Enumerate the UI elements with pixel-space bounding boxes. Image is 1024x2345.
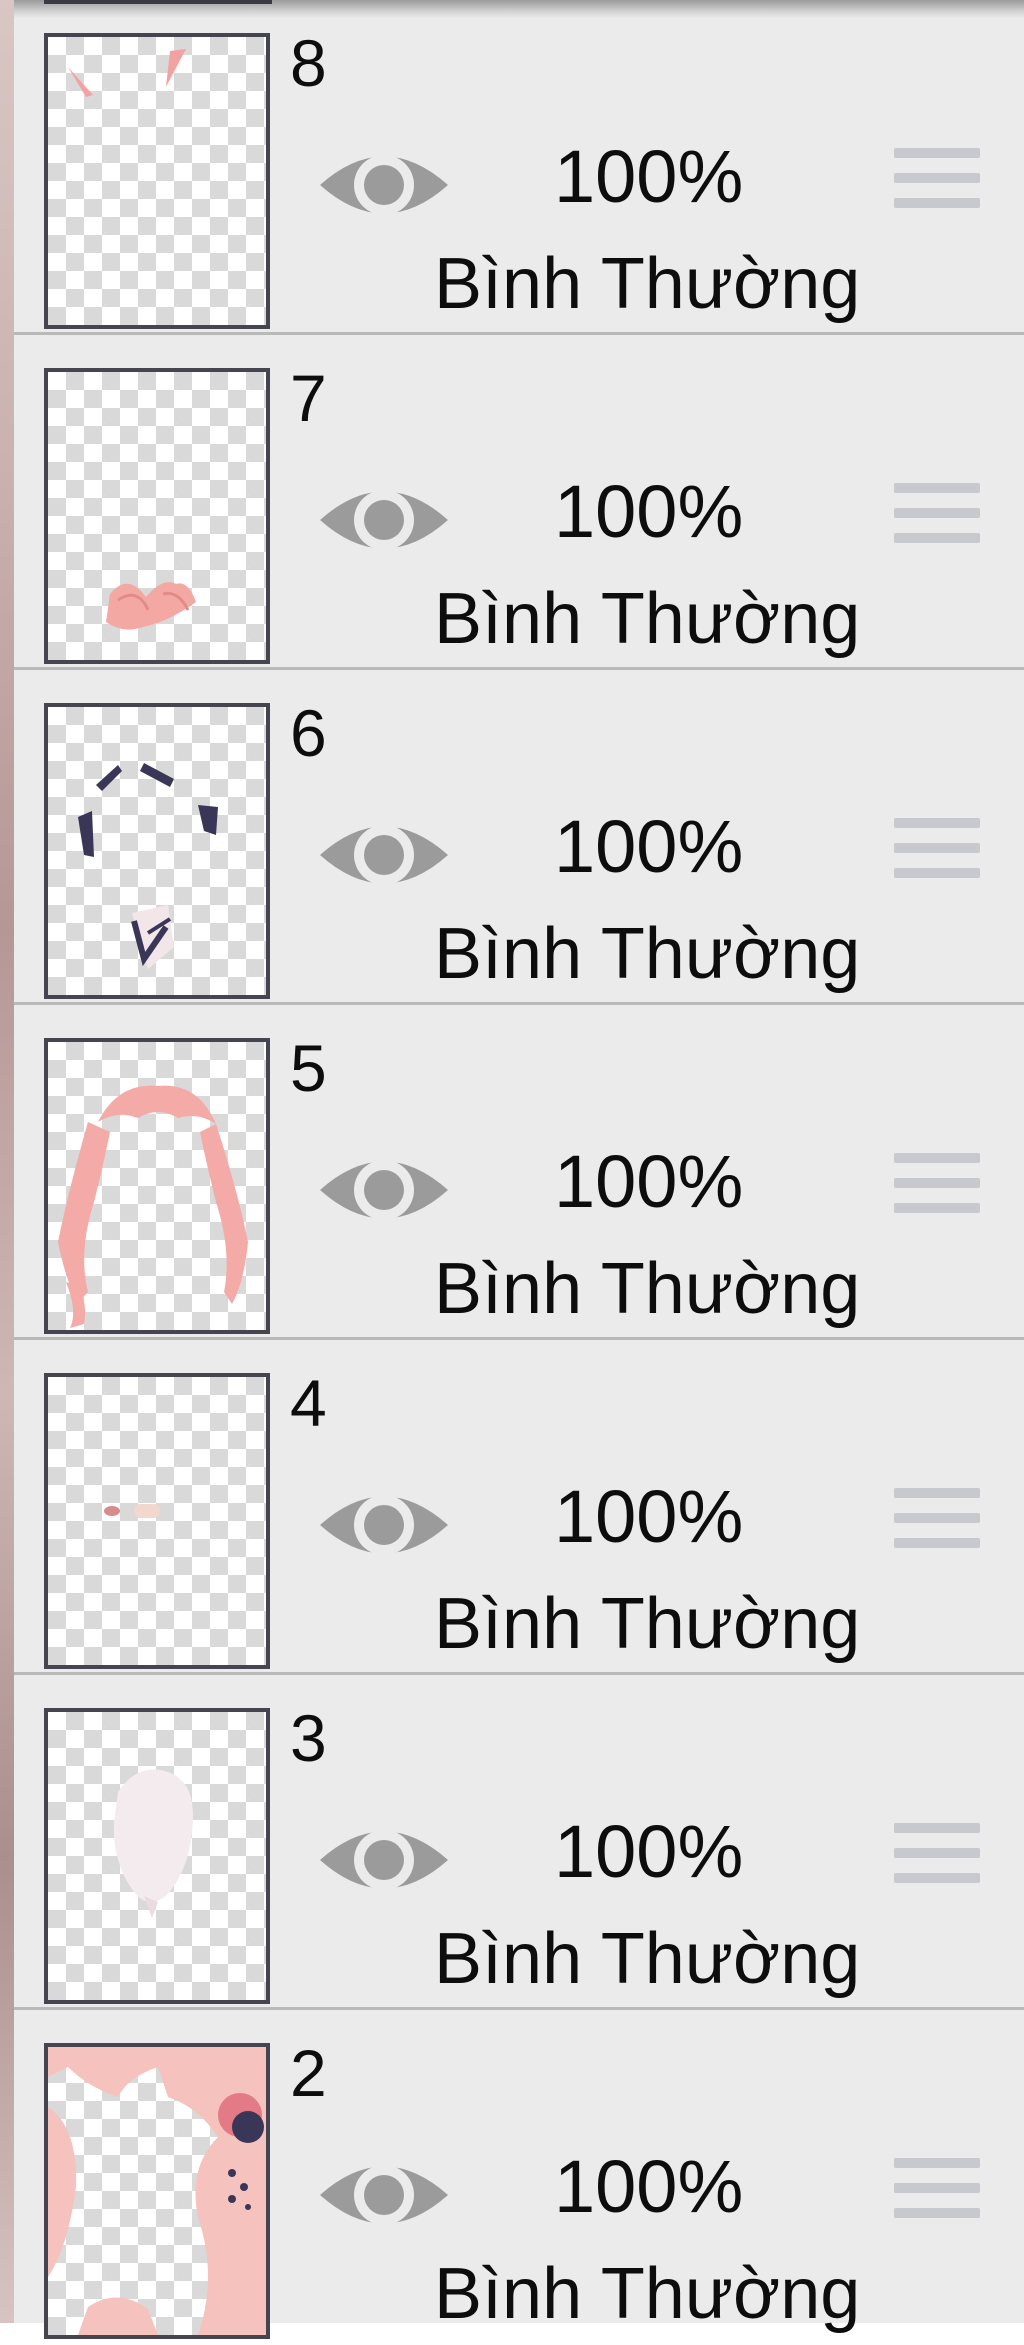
layer-thumbnail[interactable] bbox=[44, 2043, 270, 2339]
layer-thumbnail-art bbox=[113, 1769, 193, 1918]
layer-thumbnail[interactable] bbox=[44, 33, 270, 329]
layer-blend-mode[interactable]: Bình Thường bbox=[434, 1588, 860, 1660]
drag-handle-icon[interactable] bbox=[894, 2158, 984, 2228]
layer-blend-mode[interactable]: Bình Thường bbox=[434, 1253, 860, 1325]
layer-thumbnail[interactable] bbox=[44, 1373, 270, 1669]
layer-row[interactable]: 3 100% Bình Thường bbox=[14, 1675, 1024, 2010]
layer-opacity[interactable]: 100% bbox=[554, 2150, 743, 2224]
layer-number: 5 bbox=[290, 1031, 327, 1105]
eye-icon bbox=[320, 1495, 448, 1555]
visibility-toggle[interactable] bbox=[314, 475, 454, 565]
drag-handle-icon[interactable] bbox=[894, 1153, 984, 1223]
eye-icon bbox=[320, 490, 448, 550]
layer-number: 6 bbox=[290, 696, 327, 770]
layer-thumbnail-art bbox=[48, 2047, 266, 2335]
layer-blend-mode[interactable]: Bình Thường bbox=[434, 918, 860, 990]
visibility-toggle[interactable] bbox=[314, 1815, 454, 1905]
layer-blend-mode[interactable]: Bình Thường bbox=[434, 248, 860, 320]
layer-opacity[interactable]: 100% bbox=[554, 140, 743, 214]
layer-number: 7 bbox=[290, 361, 327, 435]
layers-panel: 8 100% Bình Thường 7 100% Bình Thường 6 … bbox=[14, 0, 1024, 2339]
layer-thumbnail[interactable] bbox=[44, 1038, 270, 1334]
visibility-toggle[interactable] bbox=[314, 2150, 454, 2240]
layer-row[interactable]: 8 100% Bình Thường bbox=[14, 0, 1024, 335]
layer-blend-mode[interactable]: Bình Thường bbox=[434, 1923, 860, 1995]
eye-icon bbox=[320, 155, 448, 215]
layer-row[interactable]: 5 100% Bình Thường bbox=[14, 1005, 1024, 1340]
layer-thumbnail-art bbox=[68, 49, 186, 97]
visibility-toggle[interactable] bbox=[314, 1480, 454, 1570]
layer-opacity[interactable]: 100% bbox=[554, 1480, 743, 1554]
layer-thumbnail[interactable] bbox=[44, 1708, 270, 2004]
layer-opacity[interactable]: 100% bbox=[554, 475, 743, 549]
eye-icon bbox=[320, 825, 448, 885]
drag-handle-icon[interactable] bbox=[894, 818, 984, 888]
layer-opacity[interactable]: 100% bbox=[554, 810, 743, 884]
layer-row[interactable]: 2 100% Bình Thường bbox=[14, 2010, 1024, 2345]
visibility-toggle[interactable] bbox=[314, 140, 454, 230]
layer-row[interactable]: 6 100% Bình Thường bbox=[14, 670, 1024, 1005]
visibility-toggle[interactable] bbox=[314, 1145, 454, 1235]
drag-handle-icon[interactable] bbox=[894, 1488, 984, 1558]
layer-blend-mode[interactable]: Bình Thường bbox=[434, 583, 860, 655]
layer-opacity[interactable]: 100% bbox=[554, 1815, 743, 1889]
layer-thumbnail-art bbox=[106, 582, 196, 630]
layer-row[interactable]: 4 100% Bình Thường bbox=[14, 1340, 1024, 1675]
canvas-edge bbox=[0, 0, 14, 2323]
eye-icon bbox=[320, 2165, 448, 2225]
visibility-toggle[interactable] bbox=[314, 810, 454, 900]
eye-icon bbox=[320, 1160, 448, 1220]
layer-number: 8 bbox=[290, 26, 327, 100]
layer-thumbnail[interactable] bbox=[44, 703, 270, 999]
eye-icon bbox=[320, 1830, 448, 1890]
layer-number: 4 bbox=[290, 1366, 327, 1440]
layer-thumbnail-art bbox=[104, 1504, 160, 1518]
drag-handle-icon[interactable] bbox=[894, 483, 984, 553]
layer-number: 3 bbox=[290, 1701, 327, 1775]
drag-handle-icon[interactable] bbox=[894, 148, 984, 218]
layer-thumbnail[interactable] bbox=[44, 368, 270, 664]
layer-number: 2 bbox=[290, 2036, 327, 2110]
layer-opacity[interactable]: 100% bbox=[554, 1145, 743, 1219]
layer-thumbnail-art bbox=[58, 1085, 248, 1328]
drag-handle-icon[interactable] bbox=[894, 1823, 984, 1893]
layer-row[interactable]: 7 100% Bình Thường bbox=[14, 335, 1024, 670]
layer-thumbnail-art bbox=[78, 763, 218, 969]
layer-blend-mode[interactable]: Bình Thường bbox=[434, 2258, 860, 2330]
